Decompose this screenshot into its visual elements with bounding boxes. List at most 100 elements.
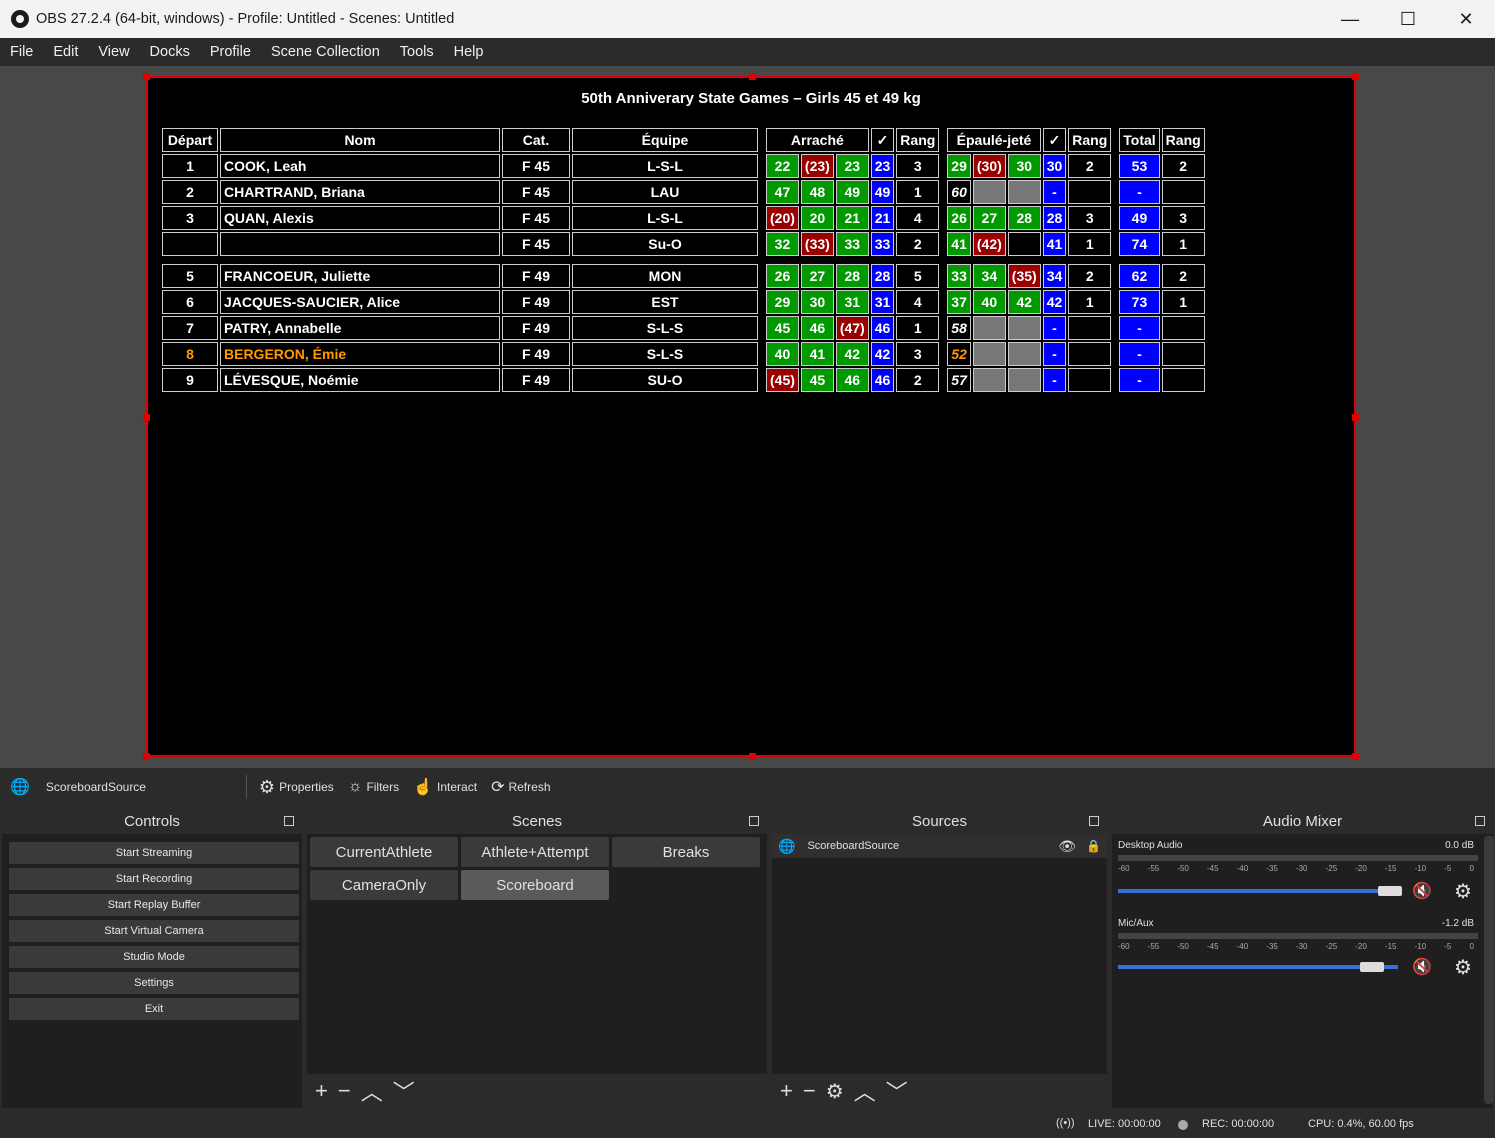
remove-icon[interactable]: − — [803, 1078, 816, 1104]
settings-button[interactable]: Settings — [9, 972, 299, 994]
cell-a2: (33) — [800, 232, 834, 256]
gear-icon[interactable]: ⚙ — [826, 1079, 844, 1104]
scoreboard-row: 8 BERGERON, Émie F 49 S-L-S 40 41 42 42 3 52- - — [162, 342, 1205, 366]
cell-abest: 23 — [870, 154, 895, 178]
add-icon[interactable]: + — [780, 1078, 793, 1104]
menu-tools[interactable]: Tools — [390, 44, 444, 60]
cell-e3 — [1007, 368, 1041, 392]
cell-e1: 37 — [947, 290, 971, 314]
scene-scoreboard[interactable]: Scoreboard — [461, 870, 609, 900]
cell-a1: 47 — [766, 180, 799, 204]
cell-abest: 31 — [870, 290, 895, 314]
mixer-title: Audio Mixer — [1262, 812, 1343, 830]
move-up-icon[interactable]: ︿ — [361, 1075, 383, 1107]
cell-e2: 40 — [972, 290, 1006, 314]
refresh-button[interactable]: ⟳ Refresh — [491, 777, 550, 797]
scenes-title: Scenes — [511, 812, 563, 830]
properties-button[interactable]: ⚙ Properties — [259, 777, 334, 798]
float-dock-icon[interactable] — [1475, 816, 1485, 826]
menu-view[interactable]: View — [88, 44, 139, 60]
cell-abest: 33 — [870, 232, 895, 256]
start-virtual-camera-button[interactable]: Start Virtual Camera — [9, 920, 299, 942]
close-button[interactable]: ✕ — [1437, 0, 1495, 38]
interact-button[interactable]: ☝ Interact — [413, 777, 477, 797]
start-recording-button[interactable]: Start Recording — [9, 868, 299, 890]
menu-profile[interactable]: Profile — [200, 44, 261, 60]
move-down-icon[interactable]: ﹀ — [393, 1075, 415, 1107]
lock-icon[interactable]: 🔒 — [1086, 839, 1101, 853]
gear-icon[interactable]: ⚙ — [1454, 879, 1472, 904]
menu-scene-collection[interactable]: Scene Collection — [261, 44, 390, 60]
header-cat: Cat. — [502, 128, 570, 152]
meter-scale: -60 -55 -50 -45 -40 -35 -30 -25 -20 -15 -10 -5 0 — [1118, 864, 1474, 873]
cell-abest: 46 — [870, 368, 895, 392]
gear-icon[interactable]: ⚙ — [1454, 955, 1472, 980]
move-up-icon[interactable]: ︿ — [854, 1075, 876, 1107]
studio-mode-button[interactable]: Studio Mode — [9, 946, 299, 968]
exit-button[interactable]: Exit — [9, 998, 299, 1020]
source-toolbar: 🌐 ScoreboardSource ⚙ Properties ☼ Filters … — [0, 768, 1495, 806]
rec-timer: REC: 00:00:00 — [1202, 1118, 1275, 1130]
muted-speaker-icon[interactable]: 🔇 — [1412, 881, 1432, 901]
refresh-label: Refresh — [508, 780, 551, 794]
start-streaming-button[interactable]: Start Streaming — [9, 842, 299, 864]
cell-a1: 22 — [766, 154, 799, 178]
eye-icon[interactable]: 👁 — [1058, 838, 1076, 855]
start-replay-buffer-button[interactable]: Start Replay Buffer — [9, 894, 299, 916]
cell-nom: JACQUES-SAUCIER, Alice — [220, 290, 500, 314]
scoreboard-row: F 45 Su-O 32 (33) 33 33 2 41 (42) 41 1 74 1 — [162, 232, 1205, 256]
cell-erang — [1068, 342, 1112, 366]
cell-nom: CHARTRAND, Briana — [220, 180, 500, 204]
menu-help[interactable]: Help — [444, 44, 494, 60]
float-dock-icon[interactable] — [749, 816, 759, 826]
minimize-button[interactable]: — — [1321, 0, 1379, 38]
source-item[interactable]: 🌐 ScoreboardSource 👁 🔒 — [772, 834, 1107, 858]
cell-trang: 2 — [1161, 154, 1205, 178]
volume-slider[interactable]: 🔇 ⚙ — [1118, 955, 1478, 979]
cell-total: 49 — [1119, 206, 1160, 230]
float-dock-icon[interactable] — [284, 816, 294, 826]
menu-docks[interactable]: Docks — [140, 44, 200, 60]
cell-nom: BERGERON, Émie — [220, 342, 500, 366]
cell-depart: 1 — [162, 154, 218, 178]
muted-speaker-icon[interactable]: 🔇 — [1412, 957, 1432, 977]
filters-button[interactable]: ☼ Filters — [348, 778, 399, 796]
mixer-channel-mic: Mic/Aux -1.2 dB -60 -55 -50 -45 -40 -35 -30 -25… — [1118, 918, 1478, 979]
volume-slider[interactable]: 🔇 ⚙ — [1118, 879, 1478, 903]
move-down-icon[interactable]: ﹀ — [886, 1075, 908, 1107]
cell-arang: 1 — [896, 180, 940, 204]
cell-e1: 57 — [947, 368, 971, 392]
cell-total: - — [1119, 342, 1160, 366]
cell-abest: 28 — [870, 264, 895, 288]
menu-file[interactable]: File — [0, 44, 43, 60]
scene-currentathlete[interactable]: CurrentAthlete — [310, 837, 458, 867]
cell-cat: F 45 — [502, 180, 570, 204]
scene-cameraonly[interactable]: CameraOnly — [310, 870, 458, 900]
cell-total: 74 — [1119, 232, 1160, 256]
scoreboard-row: 7 PATRY, Annabelle F 49 S-L-S 45 46 (47) 46 1 58-… — [162, 316, 1205, 340]
scene-breaks[interactable]: Breaks — [612, 837, 760, 867]
cell-a3: 31 — [835, 290, 869, 314]
cell-ebest: 28 — [1042, 206, 1067, 230]
cell-cat: F 49 — [502, 342, 570, 366]
cell-equipe: L-S-L — [572, 206, 758, 230]
scoreboard-preview[interactable]: 50th Anniverary State Games – Girls 45 e… — [143, 73, 1359, 760]
properties-label: Properties — [279, 780, 334, 794]
remove-icon[interactable]: − — [338, 1078, 351, 1104]
header-epaule-jete: Épaulé-jeté — [947, 128, 1041, 152]
header-nom: Nom — [220, 128, 500, 152]
scene-athlete-attempt[interactable]: Athlete+Attempt — [461, 837, 609, 867]
cell-a3: 21 — [835, 206, 869, 230]
meter-scale: -60 -55 -50 -45 -40 -35 -30 -25 -20 -15 -10 -5 0 — [1118, 942, 1474, 951]
mixer-scrollbar[interactable] — [1484, 836, 1494, 1104]
cell-trang — [1161, 342, 1205, 366]
float-dock-icon[interactable] — [1089, 816, 1099, 826]
add-icon[interactable]: + — [315, 1078, 328, 1104]
scoreboard-row: 9 LÉVESQUE, Noémie F 49 SU-O (45) 45 46 46 2 57- - — [162, 368, 1205, 392]
menu-edit[interactable]: Edit — [43, 44, 88, 60]
scoreboard-row: 3 QUAN, Alexis F 45 L-S-L (20) 20 21 21 4 26 27 28 2… — [162, 206, 1205, 230]
maximize-button[interactable]: ☐ — [1379, 0, 1437, 38]
cell-e2 — [972, 342, 1006, 366]
cell-abest: 42 — [870, 342, 895, 366]
cell-e3 — [1007, 180, 1041, 204]
